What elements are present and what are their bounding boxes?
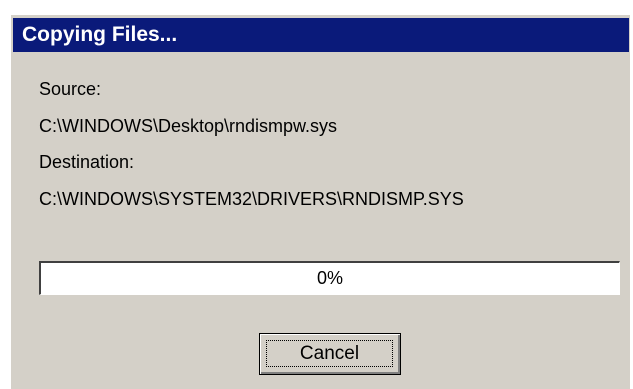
cancel-button[interactable]: Cancel	[259, 333, 401, 375]
copy-progress-bar: 0%	[39, 261, 620, 295]
source-label: Source:	[39, 79, 102, 99]
source-path: C:\WINDOWS\Desktop\rndismpw.sys	[39, 116, 338, 136]
dialog-title: Copying Files...	[22, 23, 178, 46]
dialog-title-bar[interactable]: Copying Files...	[13, 18, 629, 52]
destination-label: Destination:	[39, 152, 135, 172]
progress-percent: 0%	[316, 268, 343, 288]
cancel-button-label: Cancel	[266, 340, 393, 367]
destination-path: C:\WINDOWS\SYSTEM32\DRIVERS\RNDISMP.SYS	[39, 189, 464, 209]
copying-files-dialog: Copying Files... Source: C:\WINDOWS\Desk…	[10, 14, 630, 389]
